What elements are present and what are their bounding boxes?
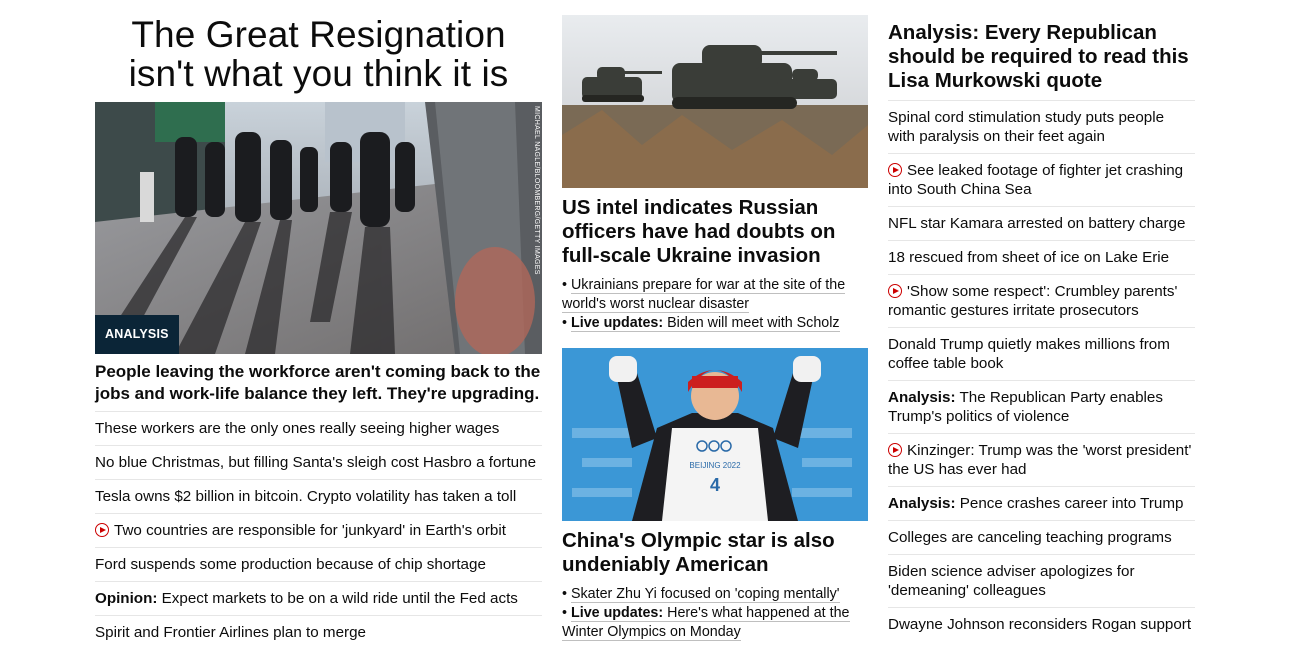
headline-link[interactable]: Ford suspends some production because of… xyxy=(95,547,542,581)
headline-prefix: Analysis: xyxy=(888,389,956,406)
photo-credit: MICHAEL NAGLE/BLOOMBERG/GETTY IMAGES xyxy=(533,106,540,275)
olympic-athlete-image[interactable]: BEIJING 2022 4 xyxy=(562,348,868,521)
story-headline-olympics[interactable]: China's Olympic star is also undeniably … xyxy=(562,529,868,577)
video-play-icon xyxy=(888,443,902,457)
bullet-link[interactable]: Skater Zhu Yi focused on 'coping mentall… xyxy=(570,586,840,603)
tanks-image[interactable] xyxy=(562,15,868,188)
headline-link[interactable]: Dwayne Johnson reconsiders Rogan support xyxy=(888,607,1195,641)
bullet-link[interactable]: Ukrainians prepare for war at the site o… xyxy=(562,277,846,313)
bib-text: BEIJING 2022 xyxy=(689,461,741,470)
headline-text: Biden science adviser apologizes for 'de… xyxy=(888,563,1135,599)
headline-link[interactable]: Spinal cord stimulation study puts peopl… xyxy=(888,100,1195,153)
headline-link[interactable]: No blue Christmas, but filling Santa's s… xyxy=(95,445,542,479)
headline-text: 'Show some respect': Crumbley parents' r… xyxy=(888,283,1178,319)
story-bullet[interactable]: • Ukrainians prepare for war at the site… xyxy=(562,276,868,314)
headline-list: Spinal cord stimulation study puts peopl… xyxy=(888,100,1195,641)
headline-text: 18 rescued from sheet of ice on Lake Eri… xyxy=(888,249,1170,266)
middle-stories-column: US intel indicates Russian officers have… xyxy=(562,15,868,642)
headline-text: Tesla owns $2 billion in bitcoin. Crypto… xyxy=(95,488,517,505)
headline-link[interactable]: Colleges are canceling teaching programs xyxy=(888,520,1195,554)
right-headlines-column: Analysis: Every Republican should be req… xyxy=(888,15,1195,641)
lead-story-column: The Great Resignation isn't what you thi… xyxy=(95,15,542,649)
headline-link[interactable]: Biden science adviser apologizes for 'de… xyxy=(888,554,1195,607)
column-lead-headline[interactable]: Analysis: Every Republican should be req… xyxy=(888,21,1195,93)
story-bullet[interactable]: • Live updates: Here's what happened at … xyxy=(562,604,868,642)
headline-text: Kinzinger: Trump was the 'worst presiden… xyxy=(888,442,1192,478)
headline-link[interactable]: 18 rescued from sheet of ice on Lake Eri… xyxy=(888,240,1195,274)
headline-text: Ford suspends some production because of… xyxy=(95,556,486,573)
headline-link[interactable]: See leaked footage of fighter jet crashi… xyxy=(888,153,1195,206)
live-updates-label: Live updates: xyxy=(570,605,664,621)
headline-prefix: Opinion: xyxy=(95,590,158,607)
headline-link[interactable]: These workers are the only ones really s… xyxy=(95,411,542,445)
hero-image[interactable]: MICHAEL NAGLE/BLOOMBERG/GETTY IMAGES ANA… xyxy=(95,102,542,354)
headline-text: These workers are the only ones really s… xyxy=(95,420,500,437)
headline-text: Two countries are responsible for 'junky… xyxy=(114,522,506,539)
headline-text: See leaked footage of fighter jet crashi… xyxy=(888,162,1184,198)
video-play-icon xyxy=(888,284,902,298)
story-bullet[interactable]: • Skater Zhu Yi focused on 'coping menta… xyxy=(562,585,868,604)
headline-text: Dwayne Johnson reconsiders Rogan support xyxy=(888,616,1192,633)
headline-list: These workers are the only ones really s… xyxy=(95,411,542,649)
hero-subheadline[interactable]: People leaving the workforce aren't comi… xyxy=(95,361,542,405)
headline-prefix: Analysis: xyxy=(888,495,956,512)
headline-link[interactable]: 'Show some respect': Crumbley parents' r… xyxy=(888,274,1195,327)
headline-text: No blue Christmas, but filling Santa's s… xyxy=(95,454,537,471)
headline-link[interactable]: Two countries are responsible for 'junky… xyxy=(95,513,542,547)
hero-headline[interactable]: The Great Resignation isn't what you thi… xyxy=(95,15,542,93)
headline-text: Pence crashes career into Trump xyxy=(959,495,1184,512)
headline-text: NFL star Kamara arrested on battery char… xyxy=(888,215,1186,232)
analysis-badge: ANALYSIS xyxy=(95,315,179,354)
video-play-icon xyxy=(888,163,902,177)
headline-link[interactable]: Analysis: Pence crashes career into Trum… xyxy=(888,486,1195,520)
headline-link[interactable]: Donald Trump quietly makes millions from… xyxy=(888,327,1195,380)
story-headline-ukraine[interactable]: US intel indicates Russian officers have… xyxy=(562,196,868,268)
headline-text: Colleges are canceling teaching programs xyxy=(888,529,1172,546)
headline-link[interactable]: Analysis: The Republican Party enables T… xyxy=(888,380,1195,433)
headline-link[interactable]: Kinzinger: Trump was the 'worst presiden… xyxy=(888,433,1195,486)
headline-link[interactable]: NFL star Kamara arrested on battery char… xyxy=(888,206,1195,240)
headline-link[interactable]: Tesla owns $2 billion in bitcoin. Crypto… xyxy=(95,479,542,513)
headline-text: Expect markets to be on a wild ride unti… xyxy=(161,590,518,607)
bullet-link[interactable]: Biden will meet with Scholz xyxy=(667,315,839,331)
headline-text: Spirit and Frontier Airlines plan to mer… xyxy=(95,624,366,641)
headline-link[interactable]: Opinion: Expect markets to be on a wild … xyxy=(95,581,542,615)
headline-link[interactable]: Spirit and Frontier Airlines plan to mer… xyxy=(95,615,542,649)
video-play-icon xyxy=(95,523,109,537)
story-bullet[interactable]: • Live updates: Biden will meet with Sch… xyxy=(562,314,868,333)
headline-text: Donald Trump quietly makes millions from… xyxy=(888,336,1170,372)
bib-number: 4 xyxy=(710,475,720,495)
live-updates-label: Live updates: xyxy=(570,315,664,331)
headline-text: Spinal cord stimulation study puts peopl… xyxy=(888,109,1165,145)
